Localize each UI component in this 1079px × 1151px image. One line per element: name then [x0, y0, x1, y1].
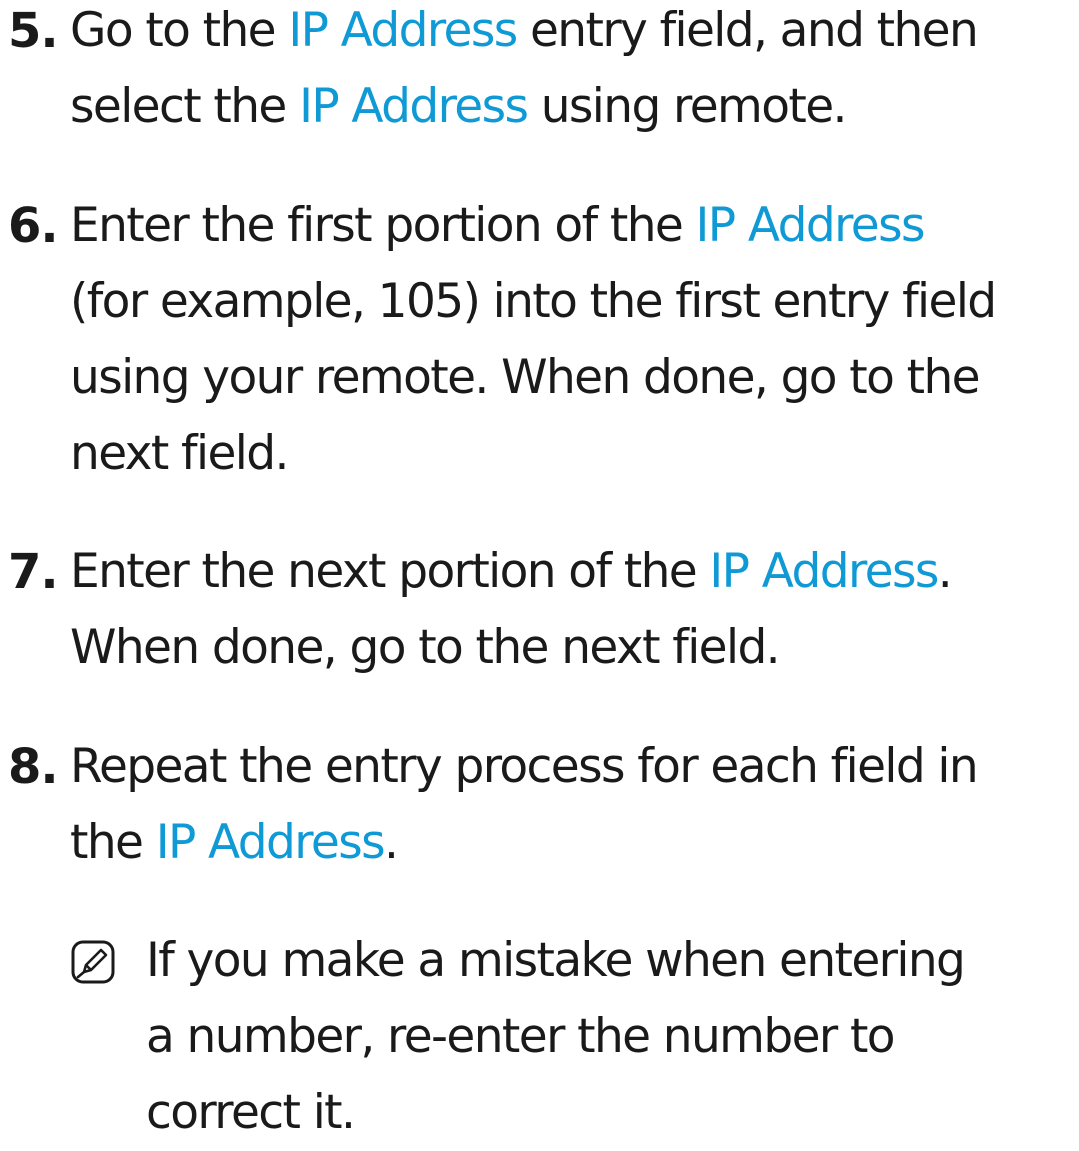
ip-address-term: IP Address: [299, 79, 529, 134]
step-line: (for example, 105) into the first entry …: [70, 274, 997, 329]
step-line: Repeat the entry process for each field …: [70, 739, 979, 794]
ip-address-term: IP Address: [709, 544, 939, 599]
ip-address-term: IP Address: [155, 815, 386, 870]
step-line: Enter the next portion of the IP Address…: [70, 544, 953, 599]
note-line: a number, re-enter the number to: [146, 1009, 896, 1064]
note-line: correct it.: [146, 1085, 356, 1140]
step-number: 6.: [8, 198, 59, 254]
step-line: Enter the first portion of the IP Addres…: [70, 198, 926, 253]
note-pencil-icon: [70, 939, 116, 985]
ip-address-term: IP Address: [288, 3, 518, 58]
step-line: next field.: [70, 426, 289, 481]
step-number: 8.: [8, 739, 59, 795]
step-line: using your remote. When done, go to the: [70, 350, 981, 405]
step-line: select the IP Address using remote.: [70, 79, 847, 134]
step-line: the IP Address.: [70, 815, 399, 870]
step-line: Go to the IP Address entry field, and th…: [70, 3, 979, 58]
step-line: When done, go to the next field.: [70, 620, 781, 675]
step-number: 7.: [8, 544, 59, 600]
ip-address-term: IP Address: [695, 198, 926, 253]
note-line: If you make a mistake when entering: [146, 933, 966, 988]
step-number: 5.: [8, 3, 59, 59]
